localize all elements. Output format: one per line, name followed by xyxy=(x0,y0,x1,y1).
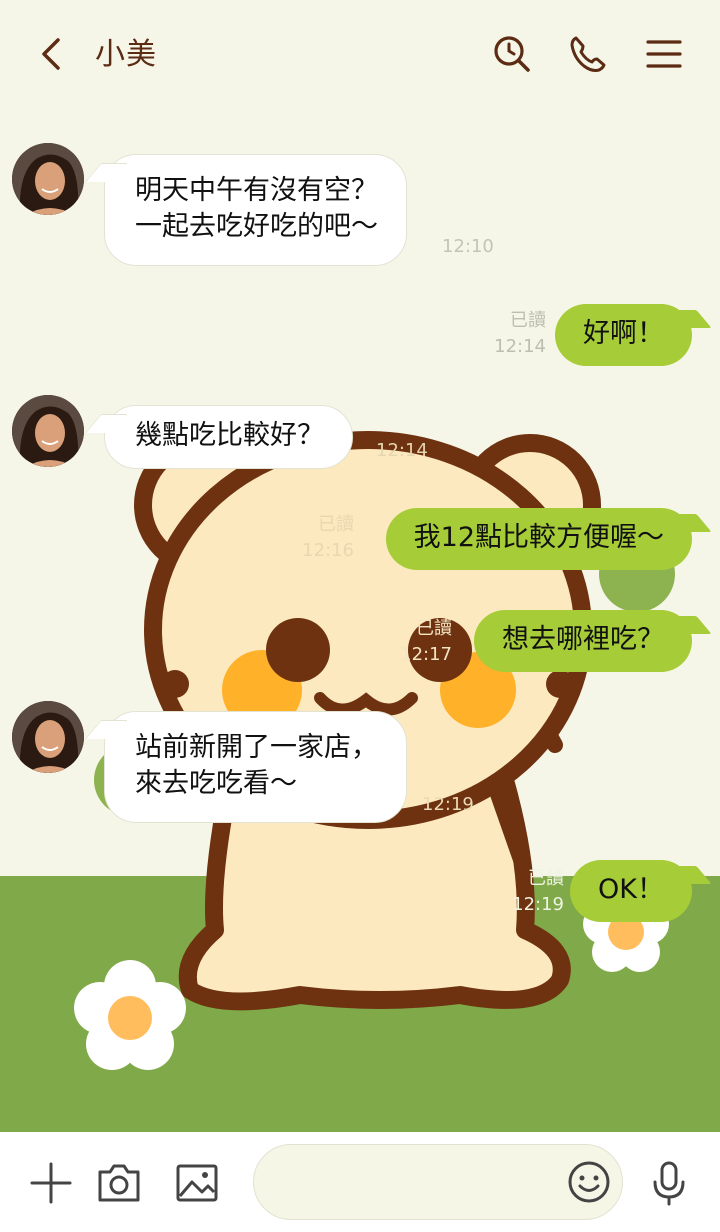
contact-avatar[interactable] xyxy=(12,395,84,467)
outgoing-message-bubble[interactable]: 想去哪裡吃？ xyxy=(474,610,692,672)
message-read-meta: 已讀 12:17 xyxy=(400,616,452,668)
image-icon[interactable] xyxy=(174,1160,220,1206)
message-read-meta: 已讀 12:19 xyxy=(512,866,564,918)
back-chevron-icon[interactable] xyxy=(30,32,74,76)
message-read-meta: 已讀 12:14 xyxy=(494,308,546,360)
menu-icon[interactable] xyxy=(642,32,686,76)
message-read-meta: 已讀 12:16 xyxy=(302,512,354,564)
incoming-message-bubble[interactable]: 明天中午有沒有空？ 一起去吃好吃的吧～ xyxy=(104,154,407,266)
read-receipt: 已讀 xyxy=(318,514,354,535)
contact-avatar[interactable] xyxy=(12,701,84,773)
read-receipt: 已讀 xyxy=(528,868,564,889)
message-timestamp: 12:10 xyxy=(442,236,494,257)
message-timestamp: 12:16 xyxy=(302,540,354,561)
chat-title: 小美 xyxy=(95,37,157,72)
search-clock-icon[interactable] xyxy=(490,32,534,76)
message-timestamp: 12:14 xyxy=(376,440,428,461)
message-input-bar xyxy=(0,1132,720,1232)
read-receipt: 已讀 xyxy=(510,310,546,331)
message-input-field[interactable] xyxy=(253,1144,623,1220)
incoming-message-bubble[interactable]: 幾點吃比較好？ xyxy=(104,405,353,469)
message-timestamp: 12:19 xyxy=(512,894,564,915)
read-receipt: 已讀 xyxy=(416,618,452,639)
outgoing-message-bubble[interactable]: 我12點比較方便喔～ xyxy=(385,508,692,570)
outgoing-message-bubble[interactable]: 好啊！ xyxy=(555,304,692,366)
incoming-message-bubble[interactable]: 站前新開了一家店， 來去吃吃看～ xyxy=(104,711,407,823)
camera-icon[interactable] xyxy=(96,1160,142,1206)
phone-icon[interactable] xyxy=(566,32,610,76)
microphone-icon[interactable] xyxy=(646,1160,692,1206)
chat-header: 小美 xyxy=(0,0,720,108)
outgoing-message-bubble[interactable]: OK！ xyxy=(570,860,692,922)
message-input[interactable] xyxy=(282,1165,552,1201)
contact-avatar[interactable] xyxy=(12,143,84,215)
message-timestamp: 12:19 xyxy=(422,794,474,815)
emoji-icon[interactable] xyxy=(566,1159,612,1205)
message-timestamp: 12:14 xyxy=(494,336,546,357)
message-timestamp: 12:17 xyxy=(400,644,452,665)
plus-icon[interactable] xyxy=(28,1160,74,1206)
